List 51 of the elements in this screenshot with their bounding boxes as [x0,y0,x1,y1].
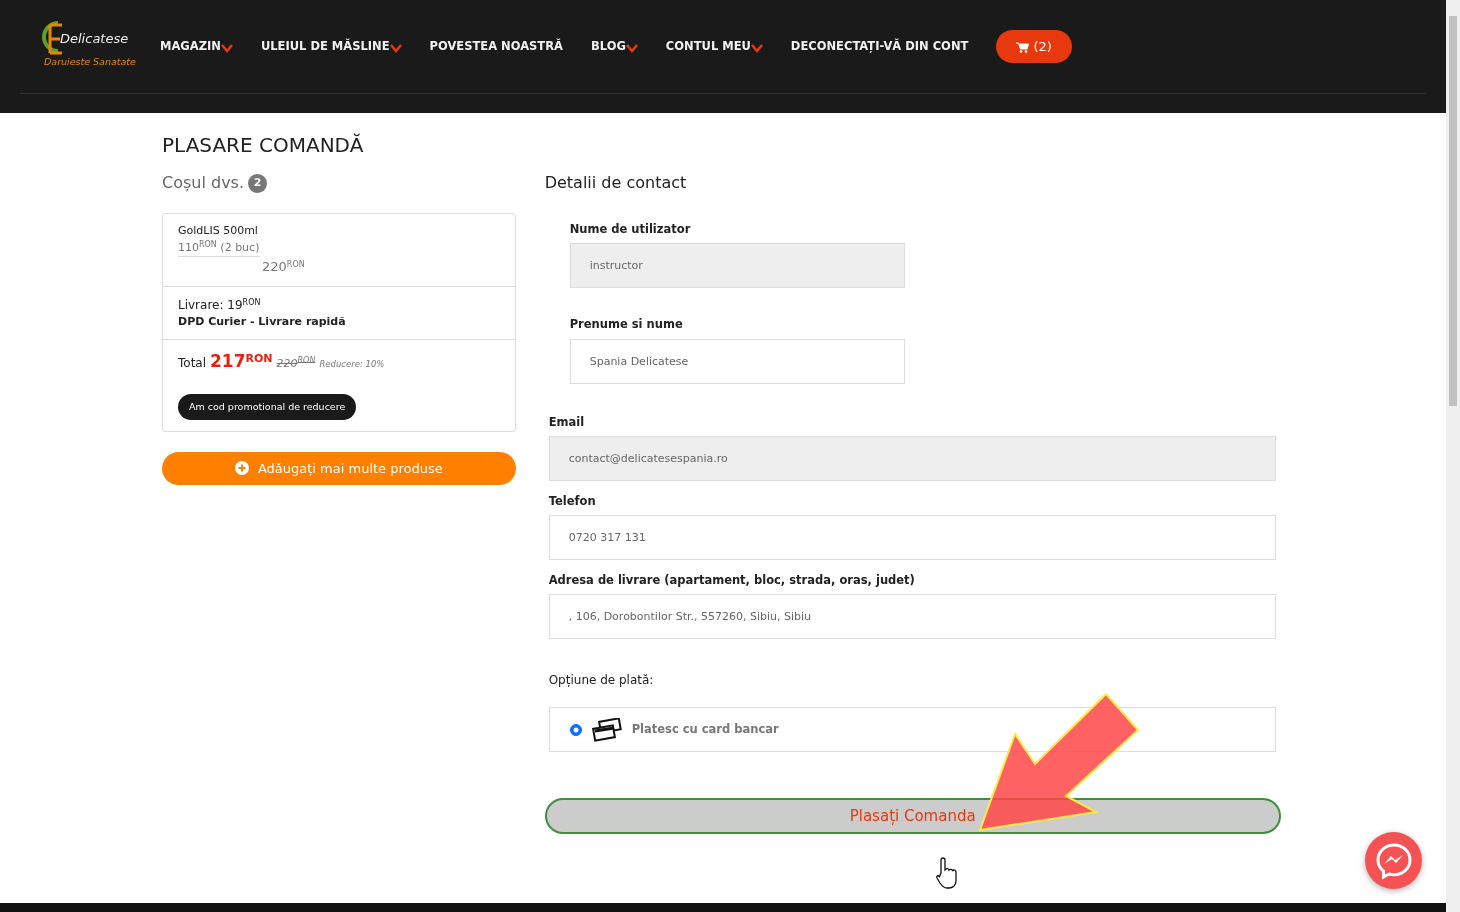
nav-link[interactable]: ULEIUL DE MĂSLINE [260,37,402,56]
page-title: PLASARE COMANDĂ [162,133,365,157]
input-field[interactable]: 0720 317 131 [548,515,1276,560]
delivery-method: DPD Curier - Livrare rapidă [178,313,347,330]
currency-label: RON [297,356,316,365]
nav-link[interactable]: MAGAZIN [160,37,233,56]
field-label: Telefon [548,492,597,510]
chevron-down-icon [625,43,638,53]
payment-option-label: Platesc cu card bancar [631,721,779,739]
input-field[interactable]: , 106, Dorobontilor Str., 557260, Sibiu, Sibiu [548,594,1276,640]
line-total: 220$^{RON}$ [261,258,306,276]
logo-text: Delicatese [60,29,129,48]
plus-circle-icon [234,461,249,476]
cart-title: Coșul dvs. [162,172,244,194]
chevron-down-icon [389,43,402,53]
input-field[interactable]: Spania Delicatese [569,338,905,384]
chevron-down-icon [750,43,763,53]
nav-link[interactable]: POVESTEA NOASTRĂ [429,37,563,56]
currency-label: RON [245,351,273,365]
nav-link[interactable]: BLOG [590,37,638,56]
product-name: GoldLIS 500ml [178,223,259,239]
total-amount: 217$^{RON}$ [210,350,273,373]
field-label: Email [548,413,586,431]
scrollbar[interactable] [1446,0,1460,912]
chat-bubble-icon [1374,841,1413,880]
discount-text: Reducere: 10% [319,358,385,371]
cart-button[interactable]: (2) [996,29,1072,64]
old-price: 220$^{RON}$ [276,356,316,372]
field-label: Nume de utilizator [569,221,692,238]
unit-price: 110$^{RON}$ (2 buc) [178,239,260,257]
chevron-down-icon [220,43,233,53]
currency-label: RON [199,239,217,249]
credit-card-icon [591,717,622,742]
radio-button[interactable] [569,723,582,736]
contact-title: Detalii de contact [544,172,688,194]
currency-label: RON [242,297,261,307]
nav-link[interactable]: DECONECTAȚI-VĂ DIN CONT [790,37,969,56]
nav-link[interactable]: CONTUL MEU [665,37,763,56]
logo-tagline: Daruieste Sanatate [44,54,136,69]
messenger-chat-button[interactable] [1365,832,1422,889]
input-field[interactable]: contact@delicatesespania.ro [548,435,1276,481]
count-badge: 2 [248,173,267,193]
promo-code-button[interactable]: Am cod promotional de reducere [178,393,357,420]
payment-label: Opțiune de plată: [548,672,655,690]
total-label: Total [178,355,207,372]
currency-label: RON [286,260,305,269]
delivery-price: Livrare: 19$^{RON}$ [178,296,262,314]
cart-icon [1016,41,1030,53]
field-label: Prenume si nume [569,316,684,334]
field-label: Adresa de livrare (apartament, bloc, strada, oras, judet) [548,572,916,589]
input-field[interactable]: instructor [569,243,905,289]
